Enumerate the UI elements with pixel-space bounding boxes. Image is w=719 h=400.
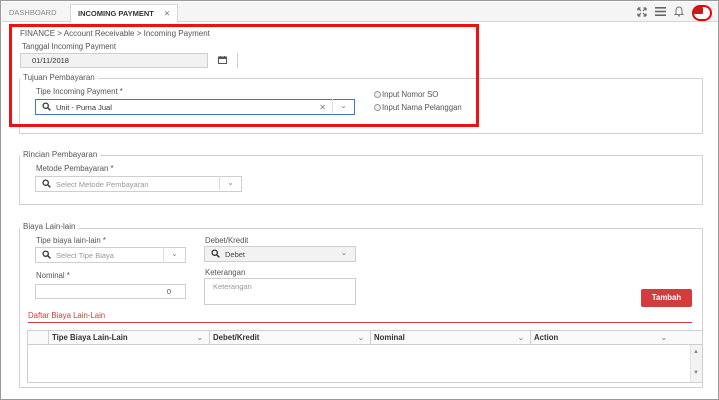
metode-select[interactable]: Select Metode Pembayaran ⌄ [35, 176, 242, 192]
chevron-down-icon[interactable]: ⌄ [219, 176, 241, 190]
tipe-biaya-placeholder: Select Tipe Biaya [56, 251, 114, 260]
tab-bar: DASHBOARD INCOMING PAYMENT ✕ [2, 2, 718, 23]
tambah-button[interactable]: Tambah [641, 289, 692, 307]
tipe-biaya-select[interactable]: Select Tipe Biaya ⌄ [35, 247, 186, 263]
highlight-box [9, 24, 479, 127]
chevron-down-icon[interactable]: ⌄ [333, 246, 355, 260]
metode-label: Metode Pembayaran * [36, 164, 114, 173]
nominal-input[interactable]: 0 [35, 284, 186, 299]
chevron-down-icon[interactable]: ⌄ [163, 247, 185, 261]
print-icon[interactable] [692, 5, 712, 21]
scroll-up-icon[interactable]: ▲ [693, 349, 699, 355]
app-window: DASHBOARD INCOMING PAYMENT ✕ FINANCE > Ac… [0, 0, 719, 400]
tab-dashboard-label: DASHBOARD [9, 8, 57, 17]
col-debet-kredit[interactable]: Debet/Kredit ⌄ [209, 331, 370, 344]
search-icon [42, 179, 51, 188]
table-scrollbar[interactable]: ▲ ▼ [690, 345, 702, 382]
rincian-legend: Rincian Pembayaran [20, 150, 101, 159]
debet-kredit-value: Debet [225, 250, 246, 259]
col-tipe-biaya[interactable]: Tipe Biaya Lain-Lain ⌄ [48, 331, 209, 344]
keterangan-label: Keterangan [205, 268, 246, 277]
chevron-down-icon: ⌄ [517, 333, 524, 342]
col-tipe-biaya-label: Tipe Biaya Lain-Lain [52, 333, 128, 342]
fullscreen-icon[interactable] [637, 6, 647, 20]
toolbar-icons [629, 4, 712, 22]
keterangan-textarea[interactable] [204, 278, 356, 305]
debet-kredit-select[interactable]: Debet ⌄ [204, 246, 356, 262]
search-icon [211, 249, 220, 258]
col-action-label: Action [534, 333, 559, 342]
metode-placeholder: Select Metode Pembayaran [56, 180, 149, 189]
tab-dashboard[interactable]: DASHBOARD [2, 4, 64, 22]
col-nominal[interactable]: Nominal ⌄ [370, 331, 530, 344]
col-action[interactable]: Action ⌄ [530, 331, 673, 344]
search-icon [42, 250, 51, 259]
biaya-table: Tipe Biaya Lain-Lain ⌄ Debet/Kredit ⌄ Nomi… [27, 330, 703, 383]
close-tab-icon[interactable]: ✕ [164, 9, 170, 18]
biaya-legend: Biaya Lain-lain [20, 222, 79, 231]
col-debet-kredit-label: Debet/Kredit [213, 333, 260, 342]
chevron-down-icon: ⌄ [660, 333, 667, 342]
tab-incoming-payment[interactable]: INCOMING PAYMENT ✕ [70, 4, 179, 23]
tab-incoming-label: INCOMING PAYMENT [78, 9, 154, 18]
bell-icon[interactable] [673, 6, 685, 20]
scroll-down-icon[interactable]: ▼ [693, 370, 699, 376]
chevron-down-icon: ⌄ [357, 333, 364, 342]
tipe-biaya-label: Tipe biaya lain-lain * [36, 236, 106, 245]
daftar-divider [28, 322, 692, 323]
chevron-down-icon: ⌄ [196, 333, 203, 342]
table-header-index [28, 331, 48, 344]
table-header: Tipe Biaya Lain-Lain ⌄ Debet/Kredit ⌄ Nomi… [28, 331, 702, 345]
debet-kredit-label: Debet/Kredit [205, 236, 249, 245]
menu-icon[interactable] [655, 7, 666, 19]
nominal-label: Nominal * [36, 271, 70, 280]
col-nominal-label: Nominal [374, 333, 405, 342]
daftar-biaya-title: Daftar Biaya Lain-Lain [28, 311, 106, 320]
